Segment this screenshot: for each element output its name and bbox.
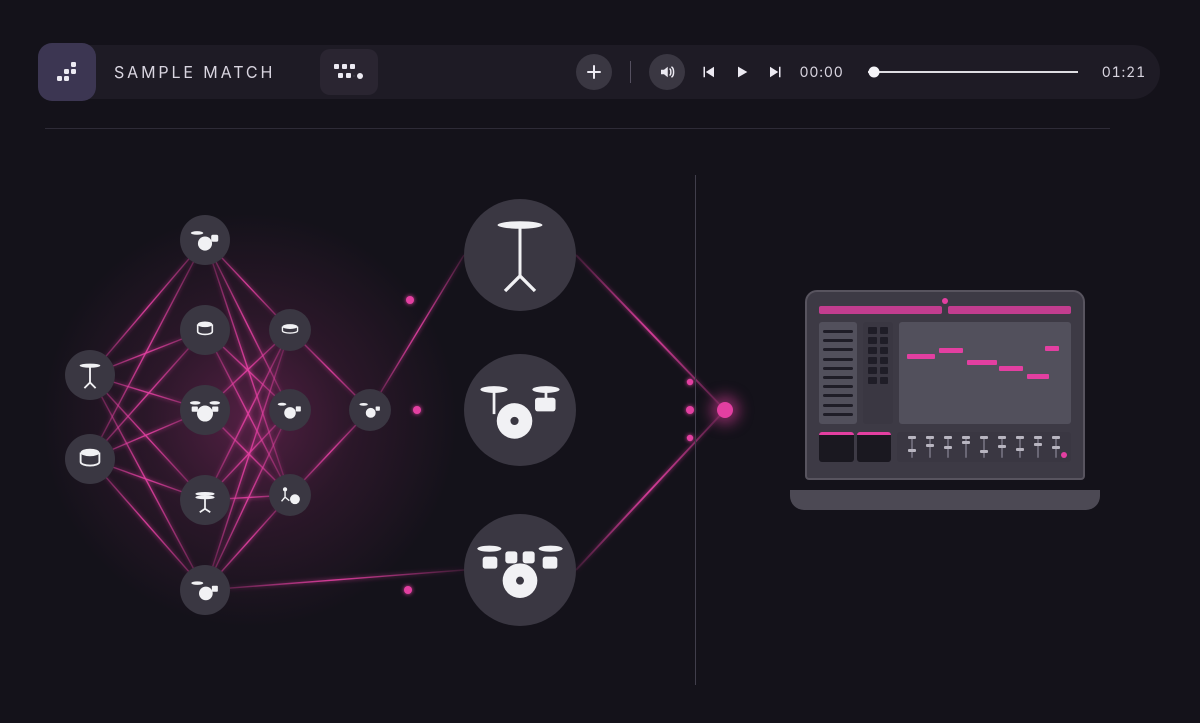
next-button[interactable] — [765, 61, 787, 83]
volume-icon — [658, 63, 676, 81]
play-button[interactable] — [731, 61, 753, 83]
drum-kit-small-icon — [358, 400, 382, 420]
volume-button[interactable] — [649, 54, 685, 90]
drum-kit-icon — [189, 397, 221, 423]
input-node-tom — [65, 434, 115, 484]
h1-node-0 — [180, 215, 230, 265]
output-node-drumkit-large — [464, 514, 576, 626]
h1-node-4 — [180, 565, 230, 615]
seek-bar[interactable] — [868, 62, 1078, 82]
h2-node-0 — [269, 309, 311, 351]
daw-midi-note — [1045, 346, 1059, 351]
app-root: SAMPLE MATCH — [0, 0, 1200, 723]
daw-laptop — [790, 290, 1100, 510]
network-diagram — [0, 150, 1200, 723]
fader[interactable] — [983, 436, 985, 458]
transport-header: SAMPLE MATCH — [40, 45, 1160, 99]
laptop-base — [790, 490, 1100, 510]
diagram-vertical-divider — [695, 175, 696, 685]
pattern-selector-button[interactable] — [320, 49, 378, 95]
time-current: 00:00 — [799, 64, 843, 81]
tom-drum-icon — [75, 444, 105, 474]
output-convergence-dot — [717, 402, 733, 418]
pass-node — [349, 389, 391, 431]
daw-pad-grid — [863, 322, 893, 424]
app-title: SAMPLE MATCH — [114, 62, 275, 82]
skip-next-icon — [767, 63, 785, 81]
drum-kit-large-icon — [476, 540, 564, 600]
fader[interactable] — [1019, 436, 1021, 458]
time-total: 01:21 — [1102, 64, 1146, 81]
fader[interactable] — [965, 436, 967, 458]
snare-drum-icon — [279, 319, 301, 341]
h2-node-2 — [269, 474, 311, 516]
h1-node-2 — [180, 385, 230, 435]
pattern-dots-icon — [332, 61, 366, 83]
play-icon — [734, 64, 750, 80]
drum-kit-small-icon — [190, 227, 220, 253]
transport-controls: 00:00 01:21 — [576, 54, 1146, 90]
fader[interactable] — [1055, 436, 1057, 458]
fader[interactable] — [911, 436, 913, 458]
previous-button[interactable] — [697, 61, 719, 83]
pattern-dots-icon — [53, 58, 81, 86]
cymbal-stand-icon — [490, 216, 550, 294]
header-divider — [45, 128, 1110, 129]
drum-kit-icon — [277, 399, 303, 421]
daw-midi-note — [939, 348, 963, 353]
fader[interactable] — [1001, 436, 1003, 458]
record-indicator-icon — [1061, 452, 1067, 458]
drummer-icon — [278, 484, 302, 506]
daw-ui — [819, 306, 1071, 466]
input-node-cymbal — [65, 350, 115, 400]
fader[interactable] — [929, 436, 931, 458]
h1-node-3 — [180, 475, 230, 525]
hi-hat-icon — [191, 486, 219, 514]
plus-icon — [586, 64, 602, 80]
daw-midi-note — [967, 360, 997, 365]
seek-track — [868, 71, 1078, 73]
fader[interactable] — [947, 436, 949, 458]
laptop-screen — [805, 290, 1085, 480]
vertical-divider — [630, 61, 631, 83]
daw-midi-note — [1027, 374, 1049, 379]
skip-previous-icon — [699, 63, 717, 81]
daw-monitor-panels — [819, 432, 891, 462]
tom-drum-icon — [192, 317, 218, 343]
add-button[interactable] — [576, 54, 612, 90]
fader[interactable] — [1037, 436, 1039, 458]
daw-track-list — [819, 322, 857, 424]
output-node-cymbal — [464, 199, 576, 311]
laptop-camera-icon — [942, 298, 948, 304]
cymbal-stand-icon — [75, 360, 105, 390]
daw-midi-note — [999, 366, 1023, 371]
daw-mixer-faders — [897, 432, 1071, 462]
seek-thumb[interactable] — [869, 67, 880, 78]
output-node-drumkit — [464, 354, 576, 466]
daw-midi-note — [907, 354, 935, 359]
daw-top-bars — [819, 306, 1071, 314]
h2-node-1 — [269, 389, 311, 431]
h1-node-1 — [180, 305, 230, 355]
daw-arrangement-view — [899, 322, 1071, 424]
drum-kit-small-icon — [190, 578, 220, 602]
app-logo[interactable] — [38, 43, 96, 101]
drum-kit-icon — [479, 379, 561, 441]
